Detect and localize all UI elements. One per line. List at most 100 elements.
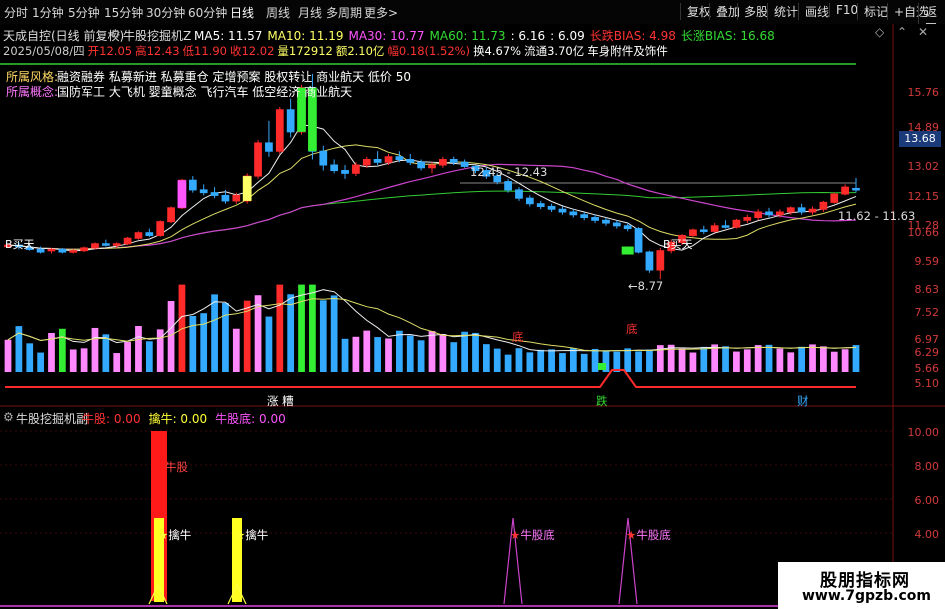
volume-bar [276,284,284,372]
candle-body [36,248,45,253]
candle-body [786,207,795,213]
sub-row-item-2: 牛股底: 0.00 [215,412,286,426]
candle-body [123,237,132,245]
volume-bar [385,338,392,372]
sub-axis-tick-1: 8.00 [914,460,940,473]
vol-axis-tick-4: 5.10 [914,377,940,390]
price-axis-tick-4: 12.15 [907,190,940,203]
collapse-icon[interactable]: ◇ [875,25,884,39]
high-annotation-1: 12.45 - 12.43 [470,165,548,179]
ma-values: MA5: 11.57 MA10: 11.19 MA30: 10.77 MA60: 11… [194,27,780,44]
volume-bar [722,346,729,372]
candle-body [460,161,469,167]
high-annotation-2: 11.62 - 11.63 [838,209,916,223]
volume-bar [776,348,784,372]
limit-up-label: 涨 糟 [267,394,294,408]
volume-bar [830,351,838,372]
volume-bar [102,334,110,372]
volume-bar [232,328,240,372]
candle-body [612,222,621,227]
candle-body [602,219,610,224]
candle-body [743,217,752,221]
volume-bar [548,349,555,372]
candle-body [449,158,458,163]
date-row-item-0: 2025/05/08/四 [3,44,85,58]
candle-body [417,161,425,169]
candle-body [362,158,371,166]
candle-body [188,179,197,191]
candle-body [515,189,523,199]
chevron-up-icon[interactable]: ⌃ [897,25,907,39]
volume-bar [287,294,295,372]
volume-bar [319,300,327,372]
volume-bar [145,341,153,372]
volume-bar [428,331,436,372]
date-row-item-1: 开12.05 [87,44,133,58]
qinniu-label-2: ★擒牛 [235,528,269,542]
candle-body [765,211,773,216]
volume-bar [439,334,447,372]
volume-bar [189,315,197,372]
candle-body [47,248,56,252]
volume-bar [4,339,12,372]
bottom-label-2: 底 [626,322,638,336]
vol-axis-tick-1: 6.97 [914,333,940,346]
volume-bar [330,295,338,372]
sub-title: 牛股挖掘机副 [16,412,89,426]
volume-bar [515,348,523,372]
ma-row-item-4: : 6.16 [510,29,546,43]
volume-bar [754,345,762,372]
volume-bar [91,327,99,372]
wealth-label: 财 [797,394,809,408]
close-icon[interactable]: ✕ [918,25,928,39]
candle-body [623,225,632,230]
candle-body [221,194,230,202]
candle-body [439,158,447,166]
chart-bg [0,24,945,609]
volume-bar [363,330,371,372]
ma-row-item-7: 长涨BIAS: 16.68 [680,29,775,43]
candle-body [776,211,784,216]
candle-body [199,189,208,194]
candle-body [145,232,154,236]
sub-row-item-0: 牛股: 0.00 [82,412,141,426]
volume-bar [852,345,860,372]
candle-body [69,250,78,253]
candle-body [732,219,741,228]
candle-body [504,181,512,191]
date-row-item-5: 量172912 [277,44,333,58]
candle-body [558,208,567,213]
candle-body [689,229,697,236]
price-axis-tick-3: 13.02 [907,160,940,173]
volume-bar [559,353,566,372]
candle-body [232,194,241,202]
volume-bar [450,342,458,372]
date-info: 2025/05/08/四 开12.05 高12.43 低11.90 收12.02 量172… [3,43,671,59]
highlight-candle [177,180,187,208]
volume-bar [26,343,34,372]
date-row-item-9: 流通3.70亿 [524,44,585,58]
volume-bar [309,284,316,372]
volume-bar [341,338,349,372]
candle-body [91,243,99,249]
candle-body [254,142,262,177]
volume-bar [689,352,697,372]
current-price-tag: 13.68 [899,131,941,147]
candle-body [352,164,360,174]
volume-bar [222,302,229,372]
candle-body [699,229,708,232]
date-row-item-3: 低11.90 [182,44,227,58]
indicator-gear-icon[interactable]: ⚙ [110,27,121,41]
ma-row-item-2: MA30: 10.77 [348,29,425,43]
niugudi-label-2: ★牛股底 [626,528,671,542]
qinniu-label-1: ★擒牛 [158,528,192,542]
ma-row-item-0: MA5: 11.57 [194,29,263,43]
volume-bar [591,348,599,372]
highlight-candle [242,176,252,201]
candle-body [808,208,817,213]
volume-bar [396,330,403,372]
volume-bar [841,349,849,372]
sub-gear-icon[interactable]: ⚙ [3,410,14,424]
volume-bar [69,349,77,372]
volume-bar [787,352,795,372]
